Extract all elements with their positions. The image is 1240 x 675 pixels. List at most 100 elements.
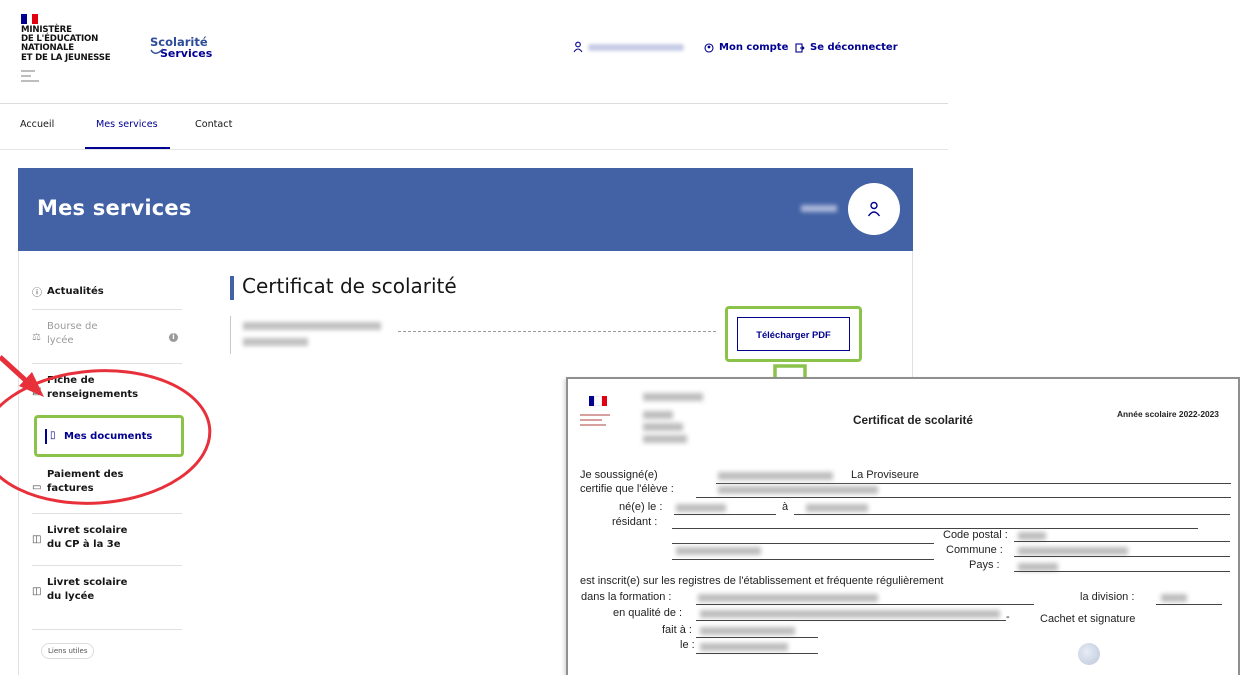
nav-mes-services[interactable]: Mes services (96, 119, 158, 130)
form-line (696, 604, 1034, 605)
student-name-redacted (243, 338, 308, 346)
sidebar-item-paiement[interactable]: ▭ Paiement des factures (32, 460, 182, 514)
fait-a-redacted (700, 627, 795, 635)
label-line: Paiement des (47, 469, 124, 480)
file-icon: ▤ (32, 386, 42, 397)
ministry-logo (580, 414, 620, 429)
sidebar-item-label: Livret scolaire du lycée (47, 576, 127, 604)
qualite-label: en qualité de : (613, 607, 683, 619)
label-line: Fiche de (47, 375, 95, 386)
ministry-line: ET DE LA JEUNESSE (21, 52, 111, 63)
liens-utiles-tag[interactable]: Liens utiles (41, 643, 95, 659)
avatar-user-icon (867, 201, 881, 217)
school-year: Année scolaire 2022-2023 (1117, 409, 1219, 419)
sidebar-item-label: Bourse de lycée (47, 320, 97, 348)
scale-icon: ⚖ (32, 332, 41, 343)
a-label: à (782, 501, 789, 513)
label-line: factures (47, 483, 94, 494)
sidebar-item-fiche[interactable]: ▤ Fiche de renseignements (32, 364, 182, 414)
residant-label: résidant : (612, 516, 658, 528)
school-name-redacted (643, 393, 703, 401)
role-value: La Proviseure (851, 469, 919, 481)
french-flag-icon (21, 14, 39, 24)
form-line (696, 620, 1006, 621)
inscrit-statement: est inscrit(e) sur les registres de l'ét… (580, 575, 944, 587)
mon-compte-link[interactable]: Mon compte (704, 42, 788, 53)
form-line (672, 543, 934, 544)
formation-label: dans la formation : (581, 591, 672, 603)
title-accent-bar (230, 276, 234, 300)
brand-wave-icon (150, 48, 164, 54)
sidebar-item-actualites[interactable]: ⓘ Actualités (32, 270, 182, 310)
label-line: lycée (47, 335, 74, 346)
cachet-label: Cachet et signature (1040, 613, 1136, 625)
french-flag-icon (589, 396, 607, 406)
sidebar-item-label: Paiement des factures (47, 468, 124, 496)
info-icon[interactable]: i (169, 333, 178, 342)
form-line (1014, 541, 1230, 542)
country-redacted (1018, 563, 1058, 571)
main-navigation: Accueil Mes services Contact (0, 104, 948, 150)
dotted-leader (398, 331, 716, 332)
site-header: MINISTÈRE DE L'ÉDUCATION NATIONALE ET DE… (0, 0, 948, 104)
form-line (794, 514, 882, 515)
form-line (672, 528, 1198, 529)
book-icon: ◫ (32, 534, 42, 545)
form-line (696, 497, 1231, 498)
sidebar-item-livret-lycee[interactable]: ◫ Livret scolaire du lycée (32, 566, 182, 630)
signer-name-redacted (718, 472, 833, 480)
birth-place-redacted (806, 504, 868, 512)
nav-contact[interactable]: Contact (195, 119, 232, 130)
scolarite-services-logo[interactable]: Scolarité Services (150, 35, 212, 60)
brand-bottom-text: Services (160, 47, 213, 60)
form-line (672, 559, 934, 560)
ministry-logo[interactable]: MINISTÈRE DE L'ÉDUCATION NATIONALE ET DE… (21, 25, 131, 63)
label-line: Bourse de (47, 321, 98, 332)
banner-user-redacted (801, 205, 837, 212)
logout-icon (795, 42, 805, 53)
sidebar-item-bourse[interactable]: ⚖ Bourse de lycée i (32, 310, 182, 364)
avatar[interactable] (848, 183, 900, 235)
form-line (716, 483, 1231, 484)
form-line (696, 637, 818, 638)
student-name-redacted (718, 486, 878, 494)
fait-a-label: fait à : (662, 624, 692, 636)
pays-label: Pays : (969, 559, 1000, 571)
division-redacted (1161, 594, 1187, 602)
birth-date-redacted (676, 504, 726, 512)
nav-accueil[interactable]: Accueil (20, 119, 54, 130)
commune-label: Commune : (946, 544, 1003, 556)
section-title: Certificat de scolarité (242, 274, 457, 298)
republic-motto (21, 70, 41, 85)
formation-redacted (698, 594, 878, 602)
user-icon (573, 41, 583, 53)
form-line (880, 514, 1230, 515)
mon-compte-label: Mon compte (719, 42, 789, 53)
dash-separator: - (1006, 611, 1010, 623)
sidebar-item-label: Actualités (47, 286, 104, 297)
nav-active-indicator (85, 147, 170, 149)
sidebar-item-mes-documents[interactable]: ▯ Mes documents (50, 422, 170, 450)
student-name-redacted (243, 322, 381, 330)
download-pdf-button[interactable]: Télécharger PDF (737, 317, 850, 351)
se-deconnecter-label: Se déconnecter (810, 42, 898, 53)
sidebar-item-livret-cp[interactable]: ◫ Livret scolaire du CP à la 3e (32, 514, 182, 566)
commune-redacted (1018, 547, 1128, 555)
address-redacted (676, 547, 761, 555)
user-name-redacted (588, 44, 684, 51)
code-postal-label: Code postal : (943, 529, 1008, 541)
sidebar-item-label: Livret scolaire du CP à la 3e (47, 524, 127, 552)
form-line (1014, 571, 1230, 572)
card-icon: ▭ (32, 482, 42, 493)
document-icon: ▯ (50, 430, 56, 441)
label-line: du lycée (47, 591, 95, 602)
se-deconnecter-link[interactable]: Se déconnecter (795, 42, 898, 53)
ne-le-label: né(e) le : (619, 501, 663, 513)
book-icon: ◫ (32, 586, 42, 597)
info-icon: ⓘ (32, 288, 42, 299)
qualite-redacted (700, 610, 1000, 618)
page-banner: Mes services (18, 168, 913, 251)
school-address-redacted (643, 423, 683, 431)
form-line (696, 653, 818, 654)
certifie-label: certifie que l'élève : (580, 483, 674, 495)
